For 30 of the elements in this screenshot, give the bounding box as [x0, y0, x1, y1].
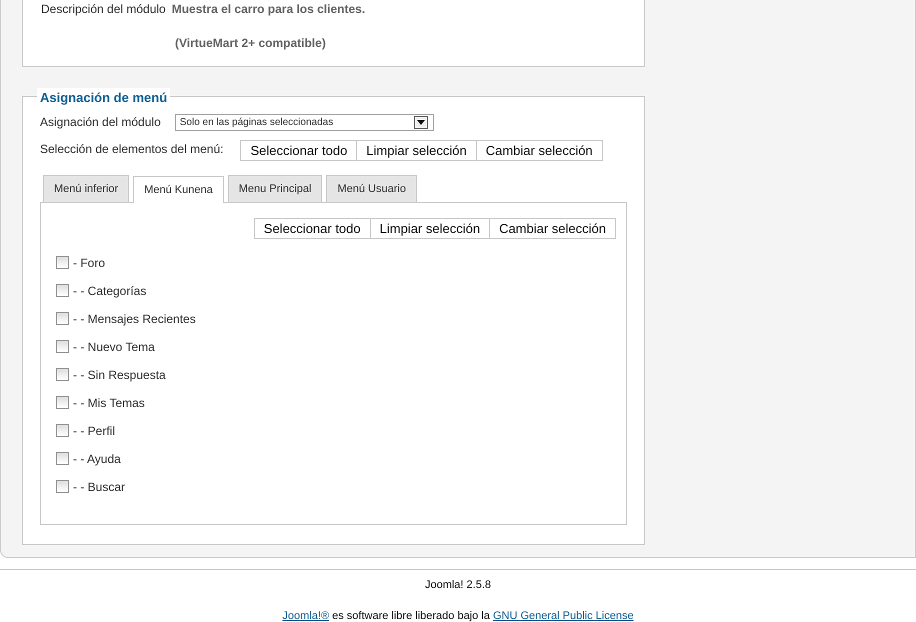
module-assignment-dropdown[interactable]: Solo en las páginas seleccionadas	[174, 114, 434, 130]
field-label: Descripción del módulo	[41, 1, 166, 18]
menu-item-label: - - Nuevo Tema	[73, 338, 155, 356]
menu-tab[interactable]: Menú Usuario	[326, 175, 417, 202]
menu-item-label: - - Sin Respuesta	[73, 366, 166, 384]
menu-item-label: - - Mis Temas	[73, 394, 145, 412]
selection-button[interactable]: Limpiar selección	[370, 218, 490, 238]
footer-link[interactable]: GNU General Public License	[492, 610, 634, 622]
menu-item-label: - - Perfil	[73, 422, 115, 440]
footer-link[interactable]: Joomla!®	[282, 610, 330, 622]
license-text: Joomla!® es software libre liberado bajo la GNU General Public License	[282, 610, 634, 622]
field-label: Asignación del módulo	[40, 114, 161, 131]
selection-button[interactable]: Seleccionar todo	[254, 218, 371, 238]
selection-button[interactable]: Seleccionar todo	[240, 140, 358, 161]
description-text: Muestra el carro para los clientes.	[172, 1, 366, 18]
version-text: Joomla! 2.5.8	[424, 578, 492, 593]
menu-item-label: - - Ayuda	[73, 450, 121, 468]
selection-button[interactable]: Cambiar selección	[476, 140, 603, 161]
selection-button[interactable]: Cambiar selección	[489, 218, 616, 238]
menu-tab[interactable]: Menu Principal	[228, 175, 322, 202]
description-text: (VirtueMart 2+ compatible)	[175, 36, 326, 50]
menu-item-label: - - Buscar	[73, 478, 126, 496]
menu-tab[interactable]: Menú Kunena	[133, 176, 224, 202]
menu-item-label: - - Mensajes Recientes	[73, 310, 196, 328]
menu-item-label: - - Categorías	[73, 282, 146, 300]
selection-button[interactable]: Limpiar selección	[356, 140, 477, 161]
section-legend: Asignación de menú	[37, 88, 170, 108]
field-label: Selección de elementos del menú:	[40, 141, 224, 158]
menu-item-label: - Foro	[73, 254, 106, 272]
menu-tab[interactable]: Menú inferior	[43, 175, 130, 202]
